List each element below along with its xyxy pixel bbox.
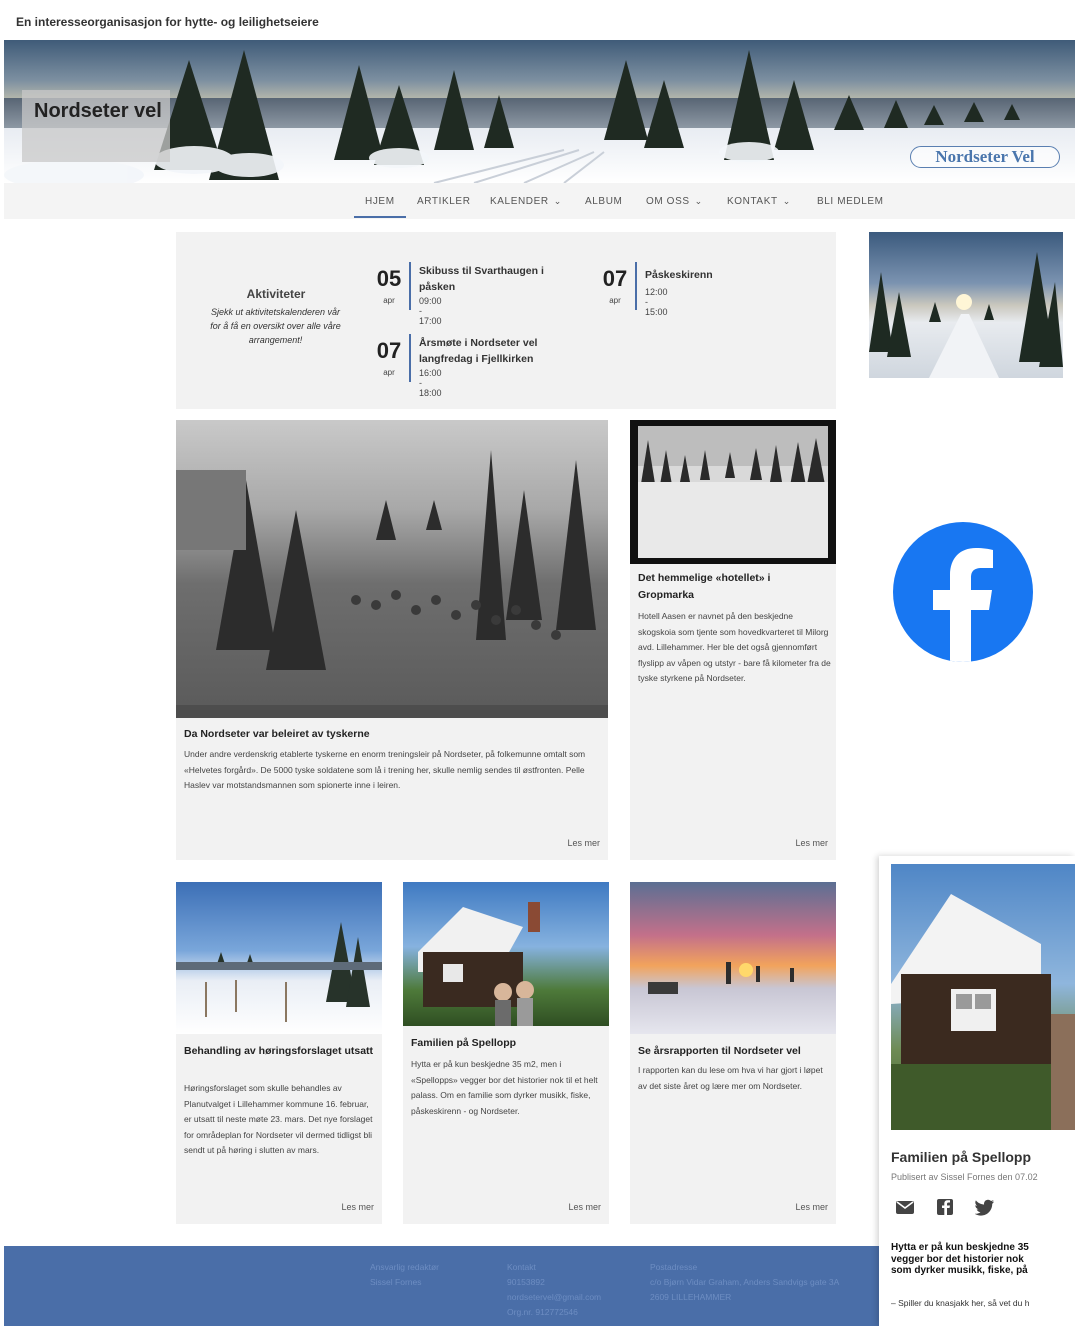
- article-image: [403, 882, 609, 1026]
- facebook-icon[interactable]: [935, 1198, 955, 1218]
- article-card[interactable]: Se årsrapporten til Nordseter vel I rapp…: [630, 882, 836, 1224]
- nav-active-indicator: [354, 216, 406, 218]
- article-preview-popup[interactable]: Familien på Spellopp Publisert av Sissel…: [879, 856, 1075, 1326]
- footer-email[interactable]: nordsetervel@gmail.com: [507, 1290, 601, 1305]
- popup-lead-line: Hytta er på kun beskjedne 35: [891, 1242, 1029, 1253]
- hero-title[interactable]: Nordseter vel: [22, 90, 170, 162]
- event-time: 12:00 - 15:00: [645, 287, 668, 317]
- mail-icon[interactable]: [895, 1198, 915, 1218]
- nav-item-album[interactable]: ALBUM: [585, 196, 622, 207]
- article-excerpt: Høringsforslaget som skulle behandles av…: [184, 1083, 373, 1155]
- event-title[interactable]: Skibuss til Svarthaugen i påsken: [419, 263, 564, 295]
- article-excerpt: Hotell Aasen er navnet på den beskjedne …: [638, 611, 831, 683]
- event-month: apr: [609, 296, 621, 305]
- chevron-down-icon: ⌄: [553, 196, 562, 206]
- winter-sunset-image: [869, 252, 1063, 378]
- nav-item-om-oss[interactable]: OM OSS ⌄: [646, 196, 703, 207]
- twitter-icon[interactable]: [974, 1198, 995, 1218]
- article-card[interactable]: Det hemmelige «hotellet» i Gropmarka Hot…: [630, 420, 836, 860]
- sidebar-photo[interactable]: [869, 232, 1063, 378]
- footer-heading: Postadresse: [650, 1262, 698, 1272]
- footer-heading: Kontakt: [507, 1262, 536, 1272]
- footer-text: 2609 LILLEHAMMER: [650, 1292, 732, 1302]
- article-image: [630, 882, 836, 1034]
- event-month: apr: [383, 296, 395, 305]
- popup-lead-line: som dyrker musikk, fiske, på: [891, 1265, 1028, 1276]
- article-title[interactable]: Da Nordseter var beleiret av tyskerne: [184, 726, 600, 743]
- article-title[interactable]: Familien på Spellopp: [411, 1035, 601, 1052]
- article-title[interactable]: Behandling av høringsforslaget utsatt: [184, 1043, 374, 1060]
- footer-text: Org.nr. 912772546: [507, 1307, 578, 1317]
- main-nav: HJEM ARTIKLER KALENDER ⌄ ALBUM OM OSS ⌄ KO…: [4, 183, 1075, 219]
- hero-logo[interactable]: Nordseter Vel: [910, 146, 1060, 168]
- article-title[interactable]: Det hemmelige «hotellet» i Gropmarka: [638, 570, 828, 604]
- event-month: apr: [383, 368, 395, 377]
- chevron-down-icon: ⌄: [694, 196, 703, 206]
- article-excerpt: I rapporten kan du lese om hva vi har gj…: [638, 1065, 823, 1091]
- article-title[interactable]: Se årsrapporten til Nordseter vel: [638, 1043, 828, 1060]
- footer-text: c/o Bjørn Vidar Graham, Anders Sandvigs …: [650, 1277, 840, 1287]
- read-more-link[interactable]: Les mer: [568, 1202, 601, 1212]
- event-title[interactable]: Påskeskirenn: [645, 267, 790, 283]
- popup-title: Familien på Spellopp: [891, 1149, 1032, 1165]
- nav-item-artikler[interactable]: ARTIKLER: [417, 196, 471, 207]
- article-image: [176, 420, 608, 718]
- activities-title: Aktiviteter: [246, 287, 306, 301]
- event-day: 07: [376, 338, 402, 363]
- article-card[interactable]: Familien på Spellopp Hytta er på kun bes…: [403, 882, 609, 1224]
- read-more-link[interactable]: Les mer: [567, 838, 600, 848]
- nav-item-kalender[interactable]: KALENDER ⌄: [490, 196, 562, 207]
- article-card[interactable]: Behandling av høringsforslaget utsatt Hø…: [176, 882, 382, 1224]
- article-excerpt: Under andre verdenskrig etablerte tysker…: [184, 749, 586, 790]
- event-divider: [635, 262, 637, 310]
- activities-subtitle: Sjekk ut aktivitetskalenderen vår for å …: [210, 307, 341, 345]
- event-day: 05: [376, 266, 402, 291]
- popup-lead: Hytta er på kun beskjedne 35 vegger bor …: [891, 1242, 1075, 1277]
- article-image: [176, 882, 382, 1034]
- read-more-link[interactable]: Les mer: [341, 1202, 374, 1212]
- facebook-link[interactable]: [893, 522, 1033, 662]
- event-divider: [409, 334, 411, 382]
- event-title[interactable]: Årsmøte i Nordseter vel langfredag i Fje…: [419, 335, 564, 367]
- chevron-down-icon: ⌄: [782, 196, 791, 206]
- article-card[interactable]: Da Nordseter var beleiret av tyskerne Un…: [176, 420, 608, 860]
- article-image: [630, 420, 836, 564]
- article-excerpt: Hytta er på kun beskjedne 35 m2, men i «…: [411, 1059, 598, 1116]
- footer-heading: Ansvarlig redaktør: [370, 1262, 439, 1272]
- nav-item-kontakt[interactable]: KONTAKT ⌄: [727, 196, 791, 207]
- footer-text: Sissel Fornes: [370, 1277, 422, 1287]
- facebook-icon: [933, 548, 993, 662]
- event-time: 09:00 - 17:00: [419, 296, 442, 326]
- site-tagline: En interesseorganisasjon for hytte- og l…: [16, 15, 319, 29]
- nav-item-bli-medlem[interactable]: BLI MEDLEM: [817, 196, 884, 207]
- read-more-link[interactable]: Les mer: [795, 838, 828, 848]
- popup-lead-line: vegger bor det historier nok: [891, 1253, 1024, 1265]
- event-day: 07: [602, 266, 628, 291]
- activities-widget: Aktiviteter Sjekk ut aktivitetskalendere…: [176, 232, 836, 409]
- site-footer: Ansvarlig redaktør Sissel Fornes Kontakt…: [4, 1246, 882, 1326]
- popup-byline: Publisert av Sissel Fornes den 07.02: [891, 1172, 1038, 1182]
- popup-image: [891, 864, 1075, 1130]
- popup-body-text: – Spiller du knasjakk her, så vet du h: [891, 1298, 1030, 1308]
- event-time: 16:00 - 18:00: [419, 368, 442, 398]
- read-more-link[interactable]: Les mer: [795, 1202, 828, 1212]
- page: En interesseorganisasjon for hytte- og l…: [0, 0, 1075, 1326]
- hero-banner: Nordseter vel Nordseter Vel: [4, 40, 1075, 183]
- footer-phone[interactable]: 90153892: [507, 1275, 545, 1290]
- event-divider: [409, 262, 411, 310]
- nav-item-hjem[interactable]: HJEM: [365, 196, 395, 207]
